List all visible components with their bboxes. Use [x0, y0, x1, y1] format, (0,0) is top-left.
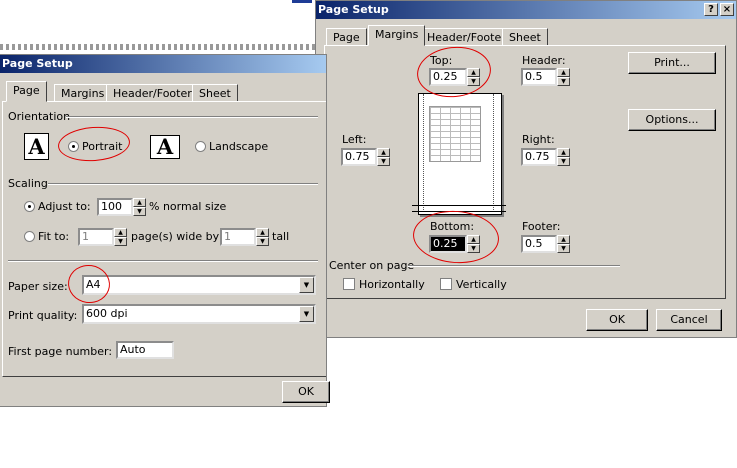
paper-size-label: Paper size: — [8, 280, 68, 293]
paper-size-dropdown-arrow[interactable]: ▼ — [299, 277, 314, 293]
scaling-label: Scaling — [8, 177, 48, 190]
fit-tall-suffix: tall — [272, 230, 290, 243]
footer-input[interactable]: 0.5 — [521, 235, 557, 253]
page-dialog-title: Page Setup — [2, 57, 73, 70]
header-label: Header: — [522, 54, 566, 67]
bottom-input[interactable]: 0.25 — [429, 235, 467, 253]
portrait-radio[interactable] — [68, 141, 79, 152]
footer-spinner[interactable]: ▲ ▼ — [557, 235, 570, 253]
bottom-spinner[interactable]: ▲ ▼ — [467, 235, 480, 253]
adjust-to-input[interactable]: 100 — [97, 198, 133, 216]
header-input[interactable]: 0.5 — [521, 68, 557, 86]
tab-sheet[interactable]: Sheet — [502, 28, 548, 46]
top-spinner[interactable]: ▲ ▼ — [467, 68, 480, 86]
landscape-radio[interactable] — [195, 141, 206, 152]
landscape-label: Landscape — [209, 140, 269, 153]
adjust-to-suffix: % normal size — [149, 200, 227, 213]
right-input[interactable]: 0.75 — [521, 148, 557, 166]
top-label: Top: — [430, 54, 453, 67]
portrait-icon: A — [24, 133, 49, 160]
front-tab-margins[interactable]: Margins — [54, 84, 112, 102]
print-quality-dropdown[interactable]: 600 dpi ▼ — [82, 304, 316, 324]
header-spinner[interactable]: ▲ ▼ — [557, 68, 570, 86]
first-page-number-label: First page number: — [8, 345, 113, 358]
page-setup-dialog: Page Setup Page Margins Header/Footer Sh… — [0, 54, 330, 407]
center-on-page-label: Center on page — [329, 259, 415, 272]
print-button[interactable]: Print... — [628, 52, 716, 74]
front-tab-sheet[interactable]: Sheet — [192, 84, 238, 102]
landscape-icon: A — [150, 135, 180, 159]
front-tab-header-footer[interactable]: Header/Footer — [106, 84, 199, 102]
page-dialog-titlebar: Page Setup — [0, 55, 326, 73]
help-button[interactable]: ? — [704, 3, 718, 16]
print-quality-label: Print quality: — [8, 309, 78, 322]
scaling-divider — [48, 183, 318, 185]
first-page-number-input[interactable]: Auto — [116, 341, 174, 359]
fit-wide-suffix: page(s) wide by — [131, 230, 220, 243]
background-text-fragment — [0, 44, 330, 50]
adjust-to-radio[interactable] — [24, 201, 35, 212]
left-spinner[interactable]: ▲ ▼ — [377, 148, 390, 166]
fit-wide-input[interactable]: 1 — [78, 228, 114, 246]
margins-dialog-title: Page Setup — [318, 3, 389, 16]
fit-to-label: Fit to: — [38, 230, 70, 243]
page-preview — [418, 93, 502, 215]
bottom-label: Bottom: — [430, 220, 475, 233]
ok-button[interactable]: OK — [586, 309, 648, 331]
vertically-checkbox[interactable] — [440, 278, 452, 290]
orientation-label: Orientation — [8, 110, 71, 123]
portrait-label: Portrait — [82, 140, 123, 153]
fit-tall-spinner[interactable]: ▲ ▼ — [256, 228, 269, 246]
footer-label: Footer: — [522, 220, 561, 233]
tab-header-footer[interactable]: Header/Footer — [420, 28, 513, 46]
print-quality-value: 600 dpi — [86, 307, 128, 320]
preview-left-guide — [423, 94, 424, 212]
margins-dialog: Page Setup ? × Page Margins Header/Foote… — [315, 0, 737, 338]
tab-page[interactable]: Page — [326, 28, 367, 46]
adjust-to-spinner[interactable]: ▲ ▼ — [133, 198, 146, 216]
paper-size-dropdown[interactable]: A4 ▼ — [82, 275, 316, 295]
center-on-page-divider — [408, 265, 620, 267]
print-quality-dropdown-arrow[interactable]: ▼ — [299, 306, 314, 322]
preview-footer-line — [412, 211, 506, 212]
right-label: Right: — [522, 133, 555, 146]
close-button[interactable]: × — [720, 3, 734, 16]
tab-margins[interactable]: Margins — [368, 25, 426, 46]
fit-tall-input[interactable]: 1 — [220, 228, 256, 246]
background-blue-mark — [292, 0, 312, 3]
paper-size-value: A4 — [86, 278, 101, 291]
adjust-to-label: Adjust to: — [38, 200, 91, 213]
right-spinner[interactable]: ▲ ▼ — [557, 148, 570, 166]
fit-to-radio[interactable] — [24, 231, 35, 242]
left-input[interactable]: 0.75 — [341, 148, 377, 166]
paper-divider — [8, 260, 318, 262]
margins-dialog-titlebar: Page Setup ? × — [316, 1, 736, 19]
cancel-button[interactable]: Cancel — [656, 309, 722, 331]
options-button[interactable]: Options... — [628, 109, 716, 131]
vertically-label: Vertically — [456, 278, 507, 291]
left-label: Left: — [342, 133, 367, 146]
fit-wide-spinner[interactable]: ▲ ▼ — [114, 228, 127, 246]
preview-grid — [429, 106, 481, 162]
preview-right-guide — [493, 94, 494, 212]
horizontally-checkbox[interactable] — [343, 278, 355, 290]
preview-bottom-margin-line — [412, 205, 506, 206]
horizontally-label: Horizontally — [359, 278, 425, 291]
orientation-divider — [66, 116, 318, 118]
front-tab-page[interactable]: Page — [6, 81, 47, 102]
front-ok-button[interactable]: OK — [282, 381, 330, 403]
top-input[interactable]: 0.25 — [429, 68, 467, 86]
